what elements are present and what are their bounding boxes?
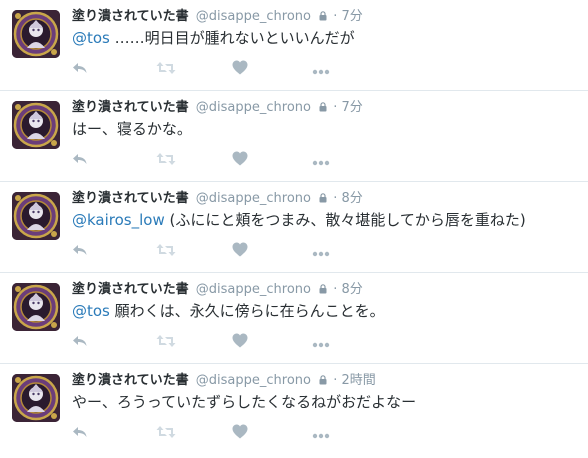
retweet-button[interactable] [156,151,176,169]
more-button[interactable] [312,60,330,78]
tweet-text-content: やー、ろうっていたずらしたくなるねがおだよなー [72,393,417,411]
tweet[interactable]: 塗り潰されていた書 @disappe_chrono · 7分 はー、寝るかな。 [0,91,588,182]
lock-icon [319,283,327,299]
retweet-button[interactable] [156,333,176,351]
retweet-icon [156,242,176,261]
screen-name[interactable]: @disappe_chrono [196,282,311,297]
lock-icon [319,101,327,117]
screen-name[interactable]: @disappe_chrono [196,9,311,24]
retweet-icon [156,333,176,352]
separator-dot: · [333,373,338,388]
reply-button[interactable] [72,60,88,78]
tweet[interactable]: 塗り潰されていた書 @disappe_chrono · 8分 @kairos_l… [0,182,588,273]
more-icon [312,60,330,79]
heart-icon [232,424,248,443]
tweet-text: @tos 願わくは、永久に傍らに在らんことを。 [72,301,385,321]
timeline: 塗り潰されていた書 @disappe_chrono · 7分 @tos ……明日… [0,0,588,455]
retweet-button[interactable] [156,242,176,260]
display-name[interactable]: 塗り潰されていた書 [72,191,189,206]
tweet-text: はー、寝るかな。 [72,119,192,139]
timestamp[interactable]: 8分 [342,191,363,206]
separator-dot: · [333,100,338,115]
like-button[interactable] [232,424,248,442]
avatar[interactable] [12,10,60,58]
lock-icon [319,374,327,390]
like-button[interactable] [232,242,248,260]
tweet-actions [72,333,372,351]
display-name[interactable]: 塗り潰されていた書 [72,373,189,388]
more-button[interactable] [312,151,330,169]
heart-icon [232,60,248,79]
more-icon [312,242,330,261]
mention-link[interactable]: @tos [72,302,110,320]
tweet-header: 塗り潰されていた書 @disappe_chrono · 8分 [72,191,363,208]
avatar[interactable] [12,374,60,422]
tweet[interactable]: 塗り潰されていた書 @disappe_chrono · 8分 @tos 願わくは… [0,273,588,364]
tweet-text: やー、ろうっていたずらしたくなるねがおだよなー [72,392,416,412]
mention-link[interactable]: @kairos_low [72,211,165,229]
reply-button[interactable] [72,333,88,351]
tweet-header: 塗り潰されていた書 @disappe_chrono · 7分 [72,9,363,26]
tweet-header: 塗り潰されていた書 @disappe_chrono · 2時間 [72,373,376,390]
timestamp[interactable]: 7分 [342,9,363,24]
tweet-text-content: (ふににと頬をつまみ、散々堪能してから唇を重ねた) [164,211,526,229]
avatar[interactable] [12,101,60,149]
tweet-text: @kairos_low (ふににと頬をつまみ、散々堪能してから唇を重ねた) [72,210,526,230]
reply-icon [72,242,88,261]
more-icon [312,151,330,170]
avatar[interactable] [12,283,60,331]
like-button[interactable] [232,60,248,78]
tweet[interactable]: 塗り潰されていた書 @disappe_chrono · 7分 @tos ……明日… [0,0,588,91]
like-button[interactable] [232,151,248,169]
like-button[interactable] [232,333,248,351]
more-button[interactable] [312,424,330,442]
lock-icon [319,192,327,208]
tweet-actions [72,151,372,169]
reply-icon [72,424,88,443]
reply-button[interactable] [72,242,88,260]
separator-dot: · [333,191,338,206]
reply-button[interactable] [72,424,88,442]
tweet-header: 塗り潰されていた書 @disappe_chrono · 7分 [72,100,363,117]
retweet-button[interactable] [156,60,176,78]
more-icon [312,424,330,443]
reply-button[interactable] [72,151,88,169]
more-icon [312,333,330,352]
retweet-button[interactable] [156,424,176,442]
reply-icon [72,60,88,79]
lock-icon [319,10,327,26]
display-name[interactable]: 塗り潰されていた書 [72,9,189,24]
display-name[interactable]: 塗り潰されていた書 [72,100,189,115]
tweet-actions [72,242,372,260]
tweet-actions [72,60,372,78]
tweet-text-content: 願わくは、永久に傍らに在らんことを。 [109,302,385,320]
tweet-actions [72,424,372,442]
retweet-icon [156,60,176,79]
separator-dot: · [333,9,338,24]
mention-link[interactable]: @tos [72,29,110,47]
screen-name[interactable]: @disappe_chrono [196,191,311,206]
more-button[interactable] [312,242,330,260]
screen-name[interactable]: @disappe_chrono [196,373,311,388]
more-button[interactable] [312,333,330,351]
tweet-header: 塗り潰されていた書 @disappe_chrono · 8分 [72,282,363,299]
separator-dot: · [333,282,338,297]
tweet-text-content: はー、寝るかな。 [72,120,192,138]
reply-icon [72,151,88,170]
avatar[interactable] [12,192,60,240]
timestamp[interactable]: 8分 [342,282,363,297]
retweet-icon [156,151,176,170]
display-name[interactable]: 塗り潰されていた書 [72,282,189,297]
heart-icon [232,151,248,170]
timestamp[interactable]: 2時間 [342,373,376,388]
timestamp[interactable]: 7分 [342,100,363,115]
heart-icon [232,242,248,261]
reply-icon [72,333,88,352]
screen-name[interactable]: @disappe_chrono [196,100,311,115]
tweet[interactable]: 塗り潰されていた書 @disappe_chrono · 2時間 やー、ろうってい… [0,364,588,455]
heart-icon [232,333,248,352]
tweet-text: @tos ……明日目が腫れないといいんだが [72,28,355,48]
retweet-icon [156,424,176,443]
tweet-text-content: ……明日目が腫れないといいんだが [109,29,355,47]
